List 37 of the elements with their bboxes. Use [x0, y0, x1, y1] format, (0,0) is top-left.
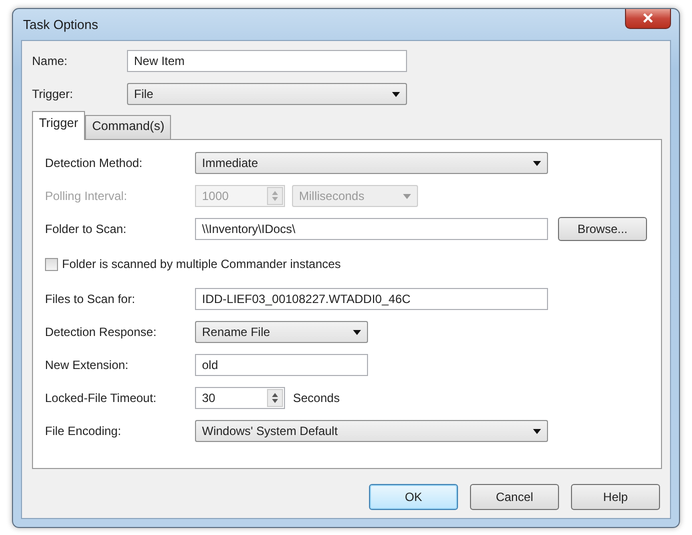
folder-field[interactable]: \\Inventory\IDocs\: [195, 218, 548, 240]
close-icon: [642, 13, 654, 23]
input-field[interactable]: old: [195, 354, 368, 376]
caret-icon: [392, 92, 400, 96]
browse-button[interactable]: Browse...: [558, 217, 647, 241]
name-field[interactable]: New Item: [127, 50, 407, 72]
dialog-button[interactable]: OK: [369, 484, 458, 510]
field-label: Trigger:: [32, 87, 74, 101]
dropdown[interactable]: Windows' System Default: [195, 420, 548, 442]
caret-icon: [533, 160, 541, 166]
input-field[interactable]: IDD-LIEF03_00108227.WTADDI0_46C: [195, 288, 548, 310]
spinner-arrows-icon[interactable]: [267, 389, 283, 407]
tab[interactable]: Command(s): [85, 115, 172, 139]
trigger-dropdown[interactable]: File: [127, 83, 407, 105]
close-button[interactable]: [625, 8, 671, 28]
field-label: Detection Method:: [45, 156, 144, 170]
caret-icon: [353, 330, 361, 334]
field-label: Locked-File Timeout:: [45, 391, 158, 405]
spinner-field[interactable]: 30: [195, 387, 285, 409]
field-label: Folder to Scan:: [45, 222, 128, 236]
field-label: Files to Scan for:: [45, 292, 136, 306]
window-title: Task Options: [22, 17, 98, 32]
checkbox-label: Folder is scanned by multiple Commander instances: [62, 257, 341, 271]
field-label: New Extension:: [45, 358, 130, 372]
dialog-button[interactable]: Cancel: [470, 484, 559, 510]
field-label: Polling Interval:: [45, 189, 128, 203]
dropdown[interactable]: Rename File: [195, 321, 368, 343]
checkbox[interactable]: [45, 258, 58, 270]
field-label: Name:: [32, 54, 68, 68]
unit-label: Seconds: [293, 391, 340, 405]
dialog-button[interactable]: Help: [571, 484, 660, 510]
caret-icon: [533, 428, 541, 434]
field-label: File Encoding:: [45, 424, 122, 438]
tab[interactable]: Trigger: [32, 111, 86, 140]
dropdown[interactable]: Immediate: [195, 152, 548, 174]
caret-icon: [403, 194, 411, 198]
field-label: Detection Response:: [45, 325, 158, 339]
